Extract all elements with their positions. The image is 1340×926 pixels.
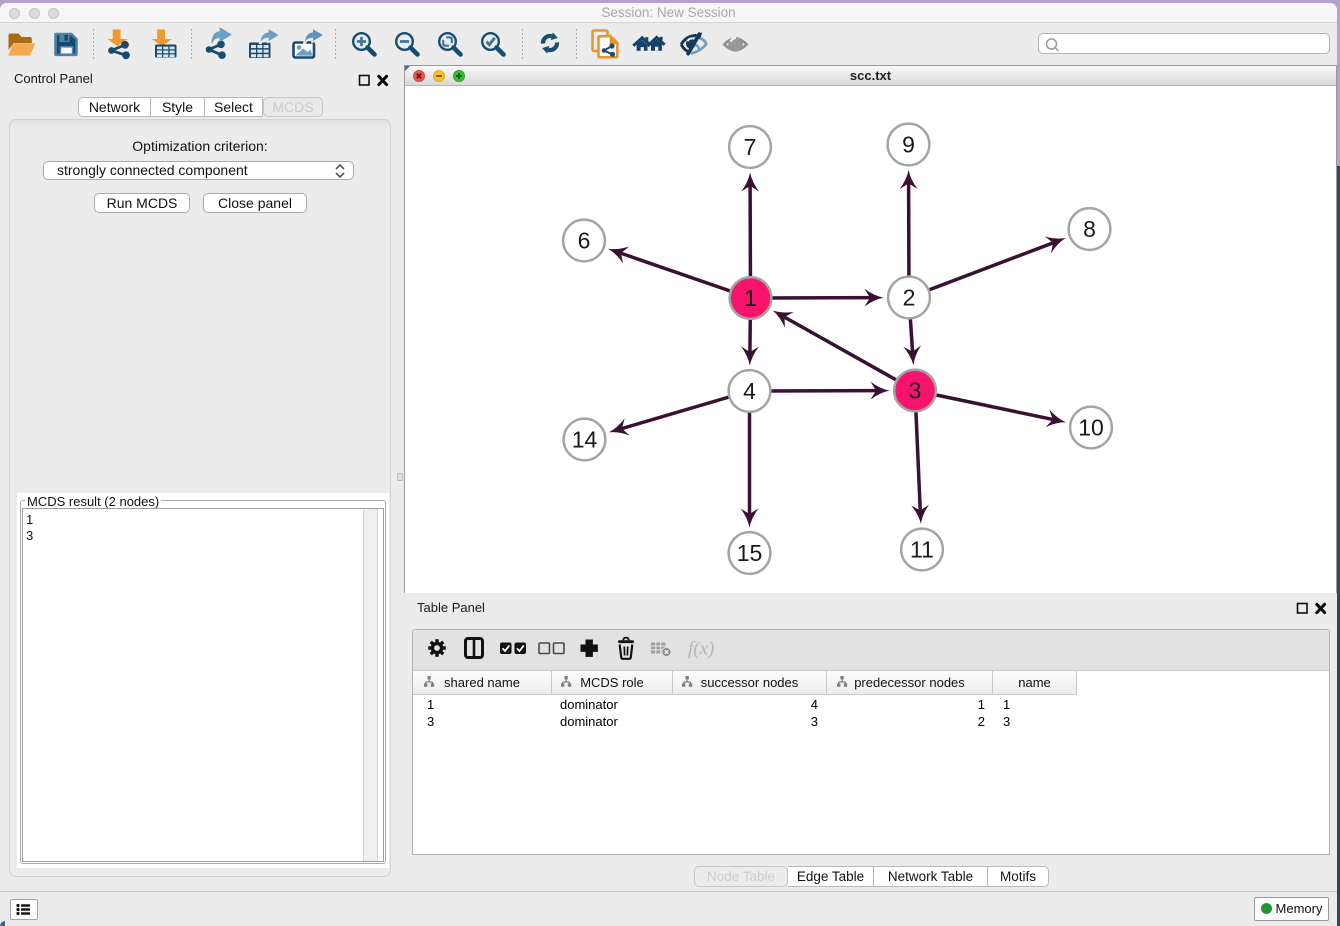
svg-text:f(x): f(x) — [688, 639, 714, 660]
svg-text:8: 8 — [1083, 216, 1096, 242]
svg-text:11: 11 — [910, 536, 934, 562]
svg-text:6: 6 — [578, 227, 591, 253]
svg-text:10: 10 — [1078, 414, 1104, 440]
svg-text:1: 1 — [744, 285, 757, 311]
svg-text:2: 2 — [903, 284, 916, 310]
svg-text:9: 9 — [902, 131, 915, 157]
svg-text:4: 4 — [743, 378, 756, 404]
svg-text:14: 14 — [572, 426, 598, 452]
svg-text:7: 7 — [744, 134, 757, 160]
svg-text:15: 15 — [737, 540, 763, 566]
svg-text:3: 3 — [909, 377, 922, 403]
